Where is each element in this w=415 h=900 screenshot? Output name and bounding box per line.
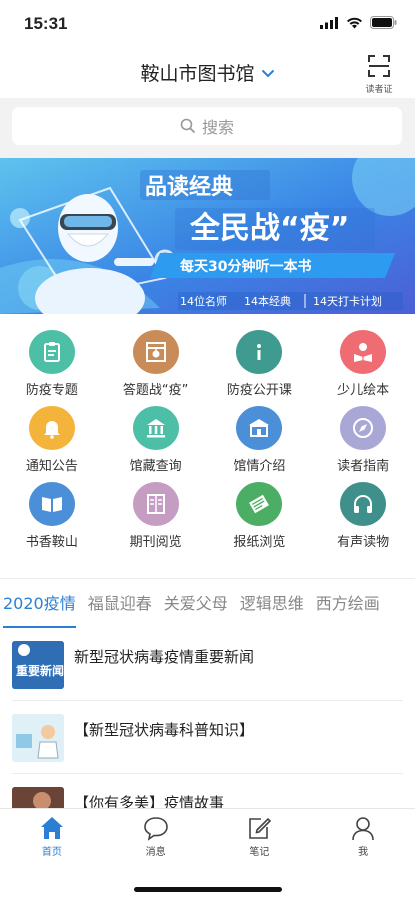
- message-icon: [143, 817, 168, 841]
- tabbar-me[interactable]: 我: [311, 809, 415, 865]
- home-indicator: [134, 887, 282, 892]
- grid-label: 书香鞍山: [25, 535, 78, 550]
- grid-label: 少儿绘本: [337, 383, 390, 398]
- tab-rat-new-year[interactable]: 福鼠迎春: [88, 590, 152, 628]
- museum-icon: [236, 406, 283, 450]
- status-bar: 15:31: [0, 0, 415, 50]
- quiz-icon: [132, 330, 179, 374]
- banner-artwork: 品读经典 全民战“疫” 每天30分钟听一本书 14位名师 14本经典 14天打卡…: [0, 158, 415, 314]
- chevron-down-icon: [261, 61, 275, 83]
- headphones-icon: [340, 482, 387, 526]
- category-tabs: 2020疫情 福鼠迎春 关爱父母 逻辑思维 西方绘画: [0, 590, 415, 628]
- grid-label: 防疫公开课: [226, 383, 292, 398]
- banner-slogan: 每天30分钟听一本书: [180, 258, 311, 275]
- grid-label: 答题战“疫”: [122, 383, 189, 398]
- article-title: 新型冠状病毒疫情重要新闻: [74, 648, 255, 666]
- banner-title-1: 品读经典: [145, 174, 233, 200]
- grid-item-newspapers[interactable]: 报纸浏览: [208, 474, 312, 550]
- tabbar-label: 笔记: [249, 847, 270, 858]
- scan-button[interactable]: 读者证: [357, 54, 401, 95]
- tabbar-notes[interactable]: 笔记: [208, 809, 312, 865]
- wifi-icon: [347, 17, 362, 28]
- tab-care-parents[interactable]: 关爱父母: [164, 590, 228, 628]
- battery-icon: [370, 16, 397, 29]
- grid-item-catalog-search[interactable]: 馆藏查询: [104, 398, 208, 474]
- tab-western-painting[interactable]: 西方绘画: [316, 590, 380, 628]
- grid-item-periodicals[interactable]: 期刊阅览: [104, 474, 208, 550]
- grid-label: 馆情介绍: [233, 459, 286, 474]
- tabbar-messages[interactable]: 消息: [104, 809, 208, 865]
- tabbar-label: 我: [358, 847, 369, 858]
- grid-label: 防疫专题: [25, 383, 78, 398]
- grid-item-library-intro[interactable]: 馆情介绍: [208, 398, 312, 474]
- compass-icon: [340, 406, 387, 450]
- library-selector[interactable]: 鞍山市图书馆: [0, 59, 415, 86]
- note-icon: [249, 817, 272, 839]
- grid-item-picture-books[interactable]: 少儿绘本: [311, 322, 415, 398]
- signal-icon: [320, 16, 338, 29]
- grid-item-open-class[interactable]: 防疫公开课: [208, 322, 312, 398]
- promo-banner[interactable]: 品读经典 全民战“疫” 每天30分钟听一本书 14位名师 14本经典 14天打卡…: [0, 158, 415, 314]
- list-item[interactable]: 【新型冠状病毒科普知识】: [12, 701, 403, 774]
- clipboard-icon: [28, 330, 75, 374]
- grid-item-notices[interactable]: 通知公告: [0, 398, 104, 474]
- magazine-icon: [132, 482, 179, 526]
- bell-icon: [28, 406, 75, 450]
- thumbnail-text: 重要新闻: [16, 663, 64, 678]
- tab-logical-thinking[interactable]: 逻辑思维: [240, 590, 304, 628]
- article-thumbnail: 重要新闻: [12, 641, 64, 689]
- tabbar-label: 首页: [41, 847, 62, 858]
- search-input[interactable]: 搜索: [12, 107, 402, 145]
- scan-label: 读者证: [365, 85, 393, 95]
- grid-label: 报纸浏览: [233, 535, 286, 550]
- bottom-tab-bar: 首页 消息 笔记 我: [0, 808, 415, 900]
- info-icon: [236, 330, 283, 374]
- banner-sub-3: 14天打卡计划: [313, 294, 382, 308]
- grid-item-reader-guide[interactable]: 读者指南: [311, 398, 415, 474]
- library-building-icon: [132, 406, 179, 450]
- reading-child-icon: [340, 330, 387, 374]
- grid-item-shuxiang-anshan[interactable]: 书香鞍山: [0, 474, 104, 550]
- status-time: 15:31: [24, 14, 68, 33]
- library-title: 鞍山市图书馆: [140, 63, 255, 85]
- banner-sub-1: 14位名师: [180, 294, 227, 308]
- grid-label: 有声读物: [337, 535, 390, 550]
- search-bar-area: 搜索: [0, 98, 415, 158]
- tabbar-label: 消息: [145, 847, 166, 858]
- divider: [0, 578, 415, 579]
- open-book-icon: [28, 482, 75, 526]
- scan-icon: [368, 55, 390, 77]
- status-icons: [320, 16, 397, 29]
- newspaper-icon: [236, 482, 283, 526]
- grid-label: 馆藏查询: [129, 459, 182, 474]
- grid-item-audiobooks[interactable]: 有声读物: [311, 474, 415, 550]
- search-placeholder: 搜索: [201, 118, 234, 137]
- banner-sub-2: 14本经典: [244, 294, 291, 308]
- home-icon: [40, 817, 63, 839]
- grid-item-epidemic-topic[interactable]: 防疫专题: [0, 322, 104, 398]
- list-item[interactable]: 重要新闻 新型冠状病毒疫情重要新闻: [12, 628, 403, 701]
- article-thumbnail: [12, 714, 64, 762]
- search-icon: [180, 118, 196, 134]
- tabbar-home[interactable]: 首页: [0, 809, 104, 865]
- tab-2020-epidemic[interactable]: 2020疫情: [3, 590, 76, 628]
- feature-grid: 防疫专题 答题战“疫” 防疫公开课 少儿绘本 通知公告 馆藏查询 馆情介绍 读者…: [0, 322, 415, 550]
- grid-item-quiz[interactable]: 答题战“疫”: [104, 322, 208, 398]
- grid-label: 通知公告: [25, 459, 78, 474]
- grid-label: 期刊阅览: [129, 535, 182, 550]
- profile-icon: [352, 817, 374, 841]
- article-title: 【新型冠状病毒科普知识】: [74, 721, 255, 739]
- grid-label: 读者指南: [337, 459, 390, 474]
- app-header: 鞍山市图书馆 读者证: [0, 50, 415, 98]
- banner-title-2: 全民战“疫”: [189, 211, 349, 246]
